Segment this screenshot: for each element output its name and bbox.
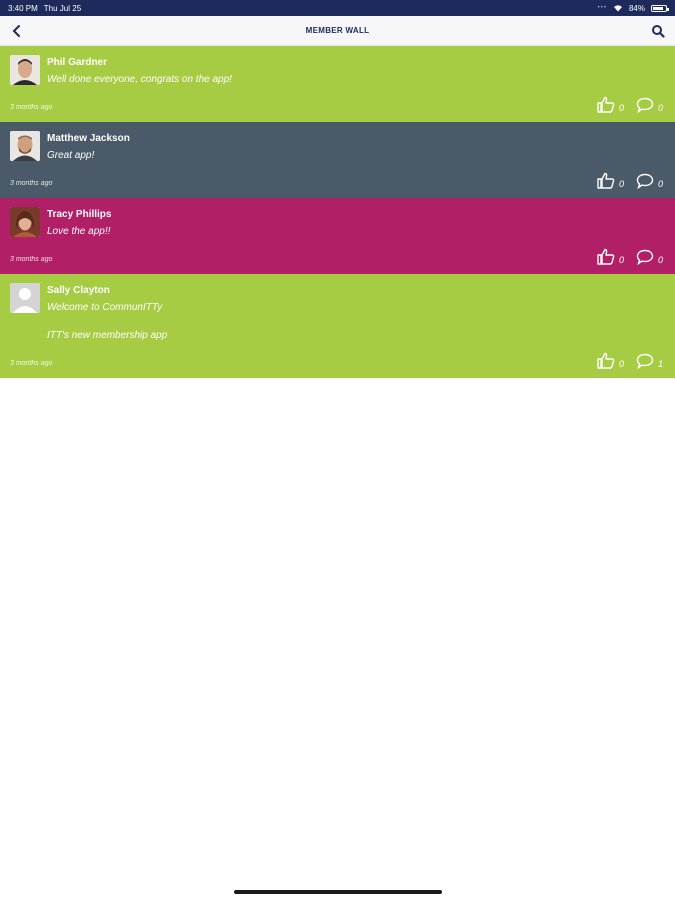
like-count: 0 bbox=[618, 255, 624, 265]
post-card[interactable]: Sally Clayton Welcome to CommunITTy ITT'… bbox=[0, 274, 675, 378]
avatar[interactable] bbox=[10, 283, 40, 313]
post-message: Well done everyone, congrats on the app! bbox=[47, 74, 232, 85]
like-count: 0 bbox=[618, 103, 624, 113]
post-timestamp: 3 months ago bbox=[10, 104, 53, 111]
status-time: 3:40 PM bbox=[8, 3, 38, 13]
thumbs-up-icon bbox=[597, 248, 615, 265]
post-author[interactable]: Phil Gardner bbox=[47, 57, 107, 68]
post-card[interactable]: Matthew Jackson Great app! 3 months ago … bbox=[0, 122, 675, 198]
comment-button[interactable]: 0 bbox=[636, 249, 663, 265]
like-count: 0 bbox=[618, 179, 624, 189]
thumbs-up-icon bbox=[597, 352, 615, 369]
battery-percent: 84% bbox=[628, 3, 645, 13]
post-message: Love the app!! bbox=[47, 226, 111, 237]
avatar[interactable] bbox=[10, 207, 40, 237]
comment-button[interactable]: 0 bbox=[636, 97, 663, 113]
comment-count: 0 bbox=[657, 178, 663, 189]
comment-icon bbox=[636, 249, 654, 265]
comment-button[interactable]: 0 bbox=[636, 173, 663, 189]
home-indicator[interactable] bbox=[234, 890, 442, 894]
like-button[interactable]: 0 bbox=[597, 248, 624, 265]
nav-bar: MEMBER WALL bbox=[0, 16, 675, 46]
post-author[interactable]: Tracy Phillips bbox=[47, 209, 111, 220]
post-timestamp: 3 months ago bbox=[10, 360, 53, 367]
comment-icon bbox=[636, 97, 654, 113]
thumbs-up-icon bbox=[597, 172, 615, 189]
post-timestamp: 3 months ago bbox=[10, 180, 53, 187]
post-timestamp: 3 months ago bbox=[10, 256, 53, 263]
multitask-dots-icon: ••• bbox=[597, 5, 607, 11]
thumbs-up-icon bbox=[597, 96, 615, 113]
comment-count: 1 bbox=[657, 358, 663, 369]
wifi-icon bbox=[613, 5, 622, 12]
comment-button[interactable]: 1 bbox=[636, 353, 663, 369]
chevron-left-icon[interactable] bbox=[10, 24, 24, 38]
battery-icon bbox=[651, 4, 669, 12]
page-title: MEMBER WALL bbox=[305, 26, 370, 35]
like-count: 0 bbox=[618, 359, 624, 369]
like-button[interactable]: 0 bbox=[597, 96, 624, 113]
post-author[interactable]: Matthew Jackson bbox=[47, 133, 130, 144]
post-message: Welcome to CommunITTy bbox=[47, 302, 163, 313]
like-button[interactable]: 0 bbox=[597, 352, 624, 369]
post-card[interactable]: Tracy Phillips Love the app!! 3 months a… bbox=[0, 198, 675, 274]
post-message: Great app! bbox=[47, 150, 95, 161]
comment-count: 0 bbox=[657, 254, 663, 265]
search-icon[interactable] bbox=[651, 24, 665, 38]
post-message-line-2: ITT's new membership app bbox=[47, 330, 168, 341]
comment-icon bbox=[636, 173, 654, 189]
status-bar: 3:40 PM Thu Jul 25 ••• 84% bbox=[0, 0, 675, 16]
comment-icon bbox=[636, 353, 654, 369]
avatar[interactable] bbox=[10, 55, 40, 85]
comment-count: 0 bbox=[657, 102, 663, 113]
post-author[interactable]: Sally Clayton bbox=[47, 285, 110, 296]
avatar[interactable] bbox=[10, 131, 40, 161]
status-date: Thu Jul 25 bbox=[43, 3, 82, 13]
battery-fill bbox=[653, 6, 663, 10]
like-button[interactable]: 0 bbox=[597, 172, 624, 189]
post-card[interactable]: Phil Gardner Well done everyone, congrat… bbox=[0, 46, 675, 122]
